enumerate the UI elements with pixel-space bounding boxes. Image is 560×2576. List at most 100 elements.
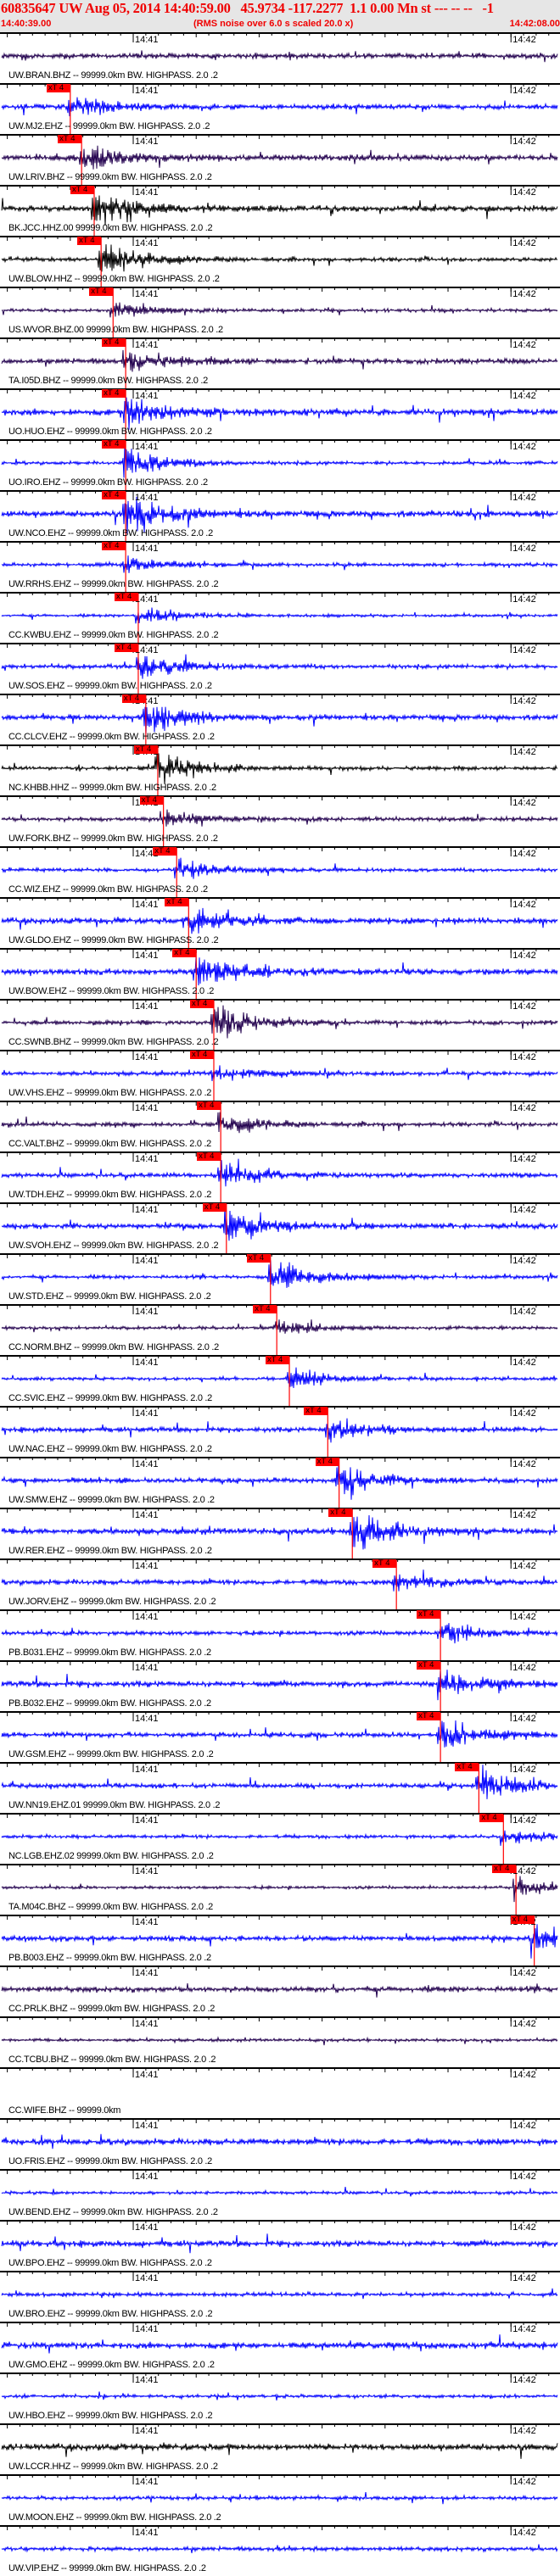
trace-panel: 14:41 14:42 xT 4 UW.STD.EHZ -- 99999.0km BW… (0, 1253, 560, 1304)
pick-marker[interactable]: xT 4 (77, 237, 102, 245)
time-tick-label: 14:41 (135, 1765, 159, 1775)
time-tick-label: 14:41 (135, 2426, 159, 2436)
trace-panel: 14:41 14:42 xT 4 PB.B031.EHZ -- 99999.0km B… (0, 1609, 560, 1660)
trace-panel: 14:41 14:42 CC.TCBU.BHZ -- 99999.0km BW. H… (0, 2016, 560, 2067)
time-tick-label: 14:41 (135, 493, 159, 503)
waveform (1, 2233, 558, 2254)
time-tick-label: 14:41 (135, 1001, 159, 1012)
pick-marker[interactable]: xT 4 (102, 389, 126, 398)
station-label: UW.BRAN.BHZ -- 99999.0km BW. HIGHPASS. 2… (8, 70, 218, 81)
time-tick-label: 14:41 (135, 1256, 159, 1266)
pick-marker[interactable]: xT 4 (197, 1152, 221, 1161)
waveform (1, 1319, 558, 1334)
trace-panel: 14:41 14:42 UW.BPO.EHZ -- 99999.0km BW. HI… (0, 2220, 560, 2271)
time-tick-label: 14:42 (512, 1408, 536, 1419)
waveform (1, 753, 558, 784)
time-tick-label: 14:41 (135, 35, 159, 45)
waveform (1, 1260, 558, 1288)
time-tick-label: 14:42 (512, 747, 536, 757)
pick-marker[interactable]: xT 4 (189, 1051, 214, 1059)
trace-panel: 14:41 14:42 xT 4 UW.NN19.EHZ.01 99999.0km B… (0, 1762, 560, 1813)
station-label: US.WVOR.BHZ.00 99999.0km BW. HIGHPASS. 2… (8, 325, 223, 335)
pick-marker[interactable]: xT 4 (417, 1712, 441, 1720)
time-tick-label: 14:42 (512, 340, 536, 350)
pick-marker[interactable]: xT 4 (455, 1763, 479, 1771)
trace-panel: 14:41 14:42 xT 4 UW.SVOH.EHZ -- 99999.0km B… (0, 1202, 560, 1253)
station-label: UW.SVOH.EHZ -- 99999.0km BW. HIGHPASS. 2… (8, 1241, 219, 1251)
waveform (1, 1830, 558, 1846)
pick-marker[interactable]: xT 4 (328, 1508, 353, 1517)
pick-marker[interactable]: xT 4 (304, 1407, 328, 1415)
pick-marker[interactable]: xT 4 (102, 542, 126, 550)
time-tick-label: 14:41 (135, 2121, 159, 2131)
waveform (1, 555, 558, 573)
pick-marker[interactable]: xT 4 (253, 1305, 277, 1313)
pick-marker[interactable]: xT 4 (102, 440, 126, 449)
pick-marker[interactable]: xT 4 (89, 287, 114, 296)
time-tick-label: 14:42 (512, 238, 536, 248)
time-tick-label: 14:42 (512, 2121, 536, 2131)
station-label: UW.HBO.EHZ -- 99999.0km BW. HIGHPASS. 2.… (8, 2411, 213, 2421)
trace-panel: 14:41 14:42 UO.FRIS.EHZ -- 99999.0km BW. H… (0, 2118, 560, 2169)
station-label: UW.SOS.EHZ -- 99999.0km BW. HIGHPASS. 2.… (8, 681, 212, 691)
station-label: UW.BLOW.HHZ -- 99999.0km BW. HIGHPASS. 2… (8, 274, 220, 284)
station-label: UW.BRO.EHZ -- 99999.0km BW. HIGHPASS. 2.… (8, 2309, 213, 2319)
time-tick-label: 14:41 (135, 1714, 159, 1724)
time-tick-label: 14:42 (512, 1205, 536, 1215)
pick-marker[interactable]: xT 4 (114, 644, 138, 652)
pick-marker[interactable]: xT 4 (315, 1458, 339, 1466)
pick-marker[interactable]: xT 4 (133, 745, 158, 754)
time-tick-label: 14:42 (512, 1968, 536, 1978)
pick-marker[interactable]: xT 4 (102, 491, 126, 499)
time-tick-label: 14:41 (135, 1408, 159, 1419)
pick-marker[interactable]: xT 4 (172, 949, 197, 957)
waveform (1, 1367, 558, 1389)
time-tick-label: 14:42 (512, 1307, 536, 1317)
pick-marker[interactable]: xT 4 (139, 796, 164, 805)
pick-marker[interactable]: xT 4 (46, 84, 70, 92)
pick-marker[interactable]: xT 4 (417, 1661, 441, 1670)
time-tick-label: 14:41 (135, 2375, 159, 2385)
pick-marker[interactable]: xT 4 (197, 1101, 221, 1110)
time-tick-label: 14:41 (135, 1205, 159, 1215)
pick-marker[interactable]: xT 4 (165, 898, 189, 906)
waveform (1, 607, 558, 624)
pick-marker[interactable]: xT 4 (372, 1559, 397, 1568)
pick-marker[interactable]: xT 4 (492, 1865, 517, 1873)
waveform (1, 1158, 558, 1187)
trace-panel: 14:41 14:42 xT 4 BK.JCC.HHZ.00 99999.0km BW… (0, 185, 560, 236)
station-label: UW.GSM.EHZ -- 99999.0km BW. HIGHPASS. 2.… (8, 1749, 214, 1759)
pick-marker[interactable]: xT 4 (417, 1610, 441, 1619)
pick-marker[interactable]: xT 4 (58, 135, 82, 143)
trace-panel: 14:41 14:42 CC.PRLK.BHZ -- 99999.0km BW. H… (0, 1965, 560, 2016)
pick-marker[interactable]: xT 4 (114, 593, 138, 601)
trace-panel: 14:41 14:42 UW.HBO.EHZ -- 99999.0km BW. HI… (0, 2372, 560, 2423)
time-tick-label: 14:41 (135, 289, 159, 299)
pick-marker[interactable]: xT 4 (266, 1356, 290, 1364)
pick-marker[interactable]: xT 4 (202, 1203, 227, 1212)
pick-marker[interactable]: xT 4 (479, 1814, 504, 1822)
pick-marker[interactable]: xT 4 (510, 1915, 535, 1924)
station-label: CC.TCBU.BHZ -- 99999.0km BW. HIGHPASS. 2… (8, 2055, 216, 2065)
trace-panel: 14:4114:42xT 4NC.KHBB.HHZ -- 99999.0km B… (0, 744, 560, 795)
time-tick-label: 14:42 (512, 645, 536, 655)
time-tick-label: 14:41 (135, 1561, 159, 1571)
waveform (1, 1876, 558, 1903)
pick-marker[interactable]: xT 4 (121, 694, 146, 703)
waveform (1, 195, 558, 226)
time-tick-label: 14:42 (512, 35, 536, 45)
time-tick-label: 14:41 (135, 1459, 159, 1469)
time-tick-label: 14:42 (512, 696, 536, 706)
pick-marker[interactable]: xT 4 (153, 847, 177, 856)
pick-marker[interactable]: xT 4 (102, 338, 126, 347)
pick-marker[interactable]: xT 4 (189, 1000, 214, 1008)
time-tick-label: 14:41 (135, 2019, 159, 2029)
pick-marker[interactable]: xT 4 (246, 1254, 271, 1263)
waveform (1, 907, 558, 934)
pick-marker[interactable]: xT 4 (70, 186, 95, 194)
trace-panel: 14:41 14:42 xT 4 UO.IRO.EHZ -- 99999.0km BW… (0, 439, 560, 490)
time-tick-label: 14:41 (135, 1358, 159, 1368)
trace-panel: 14:41 14:42 xT 4 UW.SOS.EHZ -- 99999.0km BW… (0, 643, 560, 694)
waveform (1, 244, 558, 272)
station-label: UW.BPO.EHZ -- 99999.0km BW. HIGHPASS. 2.… (8, 2258, 212, 2268)
